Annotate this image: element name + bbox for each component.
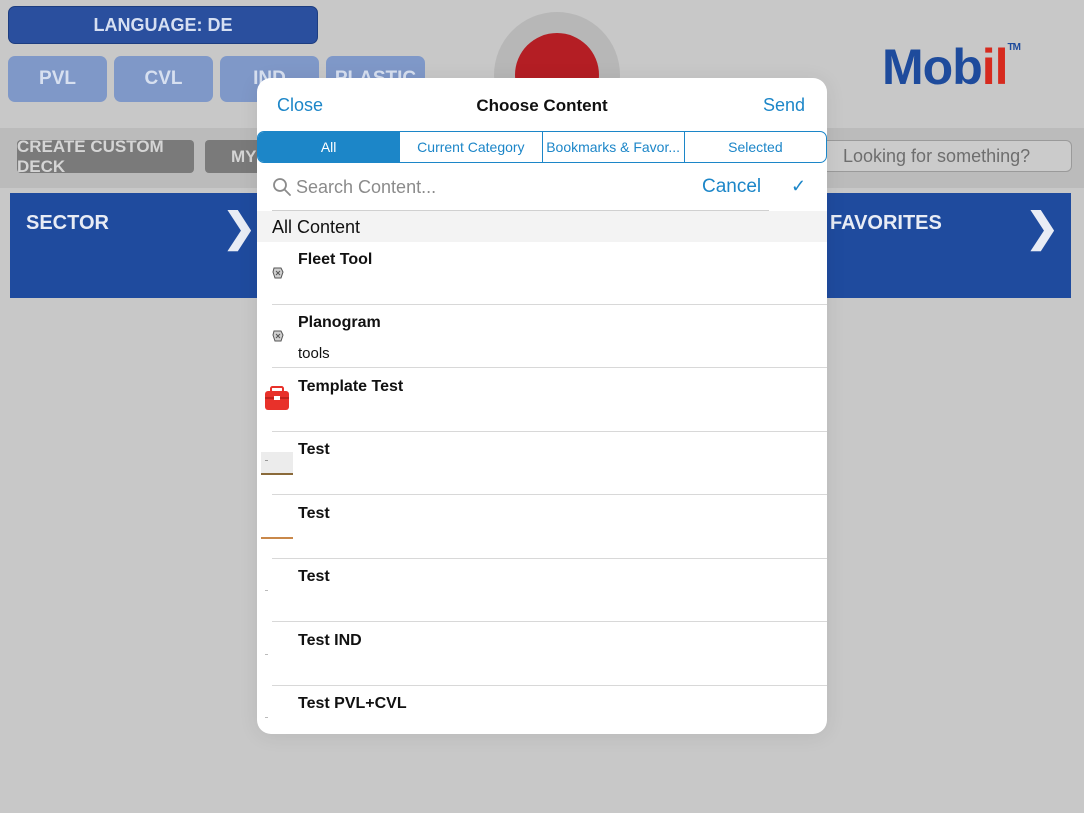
chevron-right-icon: ❯ <box>1025 206 1059 250</box>
modal-title: Choose Content <box>476 96 608 115</box>
cancel-search-button[interactable]: Cancel <box>702 176 761 198</box>
favorites-tile[interactable]: FAVORITES ❯ <box>826 193 1071 298</box>
tab-current-category[interactable]: Current Category <box>400 132 543 162</box>
item-title: Test <box>298 568 330 585</box>
toolbox-icon <box>265 386 289 410</box>
sector-tile[interactable]: SECTOR ❯ <box>10 193 260 298</box>
item-title: Test PVL+CVL <box>298 695 407 712</box>
list-item[interactable]: Test <box>257 432 827 495</box>
blank-thumbnail-icon <box>265 717 268 718</box>
tab-selected[interactable]: Selected <box>685 132 826 162</box>
list-item[interactable]: Fleet Tool <box>257 242 827 305</box>
list-item[interactable]: Template Test <box>257 369 827 432</box>
list-item[interactable]: Test IND <box>257 623 827 686</box>
slide-thumbnail-icon <box>261 452 293 475</box>
my-button[interactable]: MY <box>205 140 265 173</box>
tool-thumbnail-icon <box>272 330 284 342</box>
tab-all[interactable]: All <box>258 132 401 162</box>
list-item[interactable]: Test <box>257 496 827 559</box>
search-field[interactable]: Looking for something? <box>820 140 1072 172</box>
content-filter-tabs: All Current Category Bookmarks & Favor..… <box>257 131 827 163</box>
select-all-check-icon[interactable]: ✓ <box>791 176 806 197</box>
create-custom-deck-button[interactable]: CREATE CUSTOM DECK <box>17 137 194 176</box>
list-item[interactable]: Planogram tools <box>257 305 827 368</box>
language-button[interactable]: LANGUAGE: DE <box>8 6 318 44</box>
item-title: Planogram <box>298 314 381 331</box>
category-cvl-button[interactable]: CVL <box>114 56 213 102</box>
choose-content-modal: Choose Content Close Send All Current Ca… <box>257 78 827 734</box>
tab-bookmarks-favorites[interactable]: Bookmarks & Favor... <box>543 132 685 162</box>
mobil-logo: MobilTM <box>882 39 1021 95</box>
list-item[interactable]: Test <box>257 559 827 622</box>
close-button[interactable]: Close <box>277 95 323 116</box>
slide-thumbnail-icon <box>261 537 293 539</box>
chevron-right-icon: ❯ <box>222 206 256 250</box>
item-title: Fleet Tool <box>298 251 373 268</box>
item-title: Template Test <box>298 378 404 395</box>
send-button[interactable]: Send <box>763 95 805 116</box>
blank-thumbnail-icon <box>265 654 268 655</box>
item-title: Test <box>298 441 330 458</box>
list-item[interactable]: Test PVL+CVL <box>257 686 827 734</box>
category-pvl-button[interactable]: PVL <box>8 56 107 102</box>
content-search-input[interactable]: Search Content... <box>296 177 436 198</box>
item-title: Test IND <box>298 632 362 649</box>
item-title: Test <box>298 505 330 522</box>
section-header: All Content <box>257 211 827 242</box>
item-subtitle: tools <box>298 345 330 362</box>
tool-thumbnail-icon <box>272 267 284 279</box>
blank-thumbnail-icon <box>265 590 268 591</box>
search-icon <box>273 178 291 196</box>
